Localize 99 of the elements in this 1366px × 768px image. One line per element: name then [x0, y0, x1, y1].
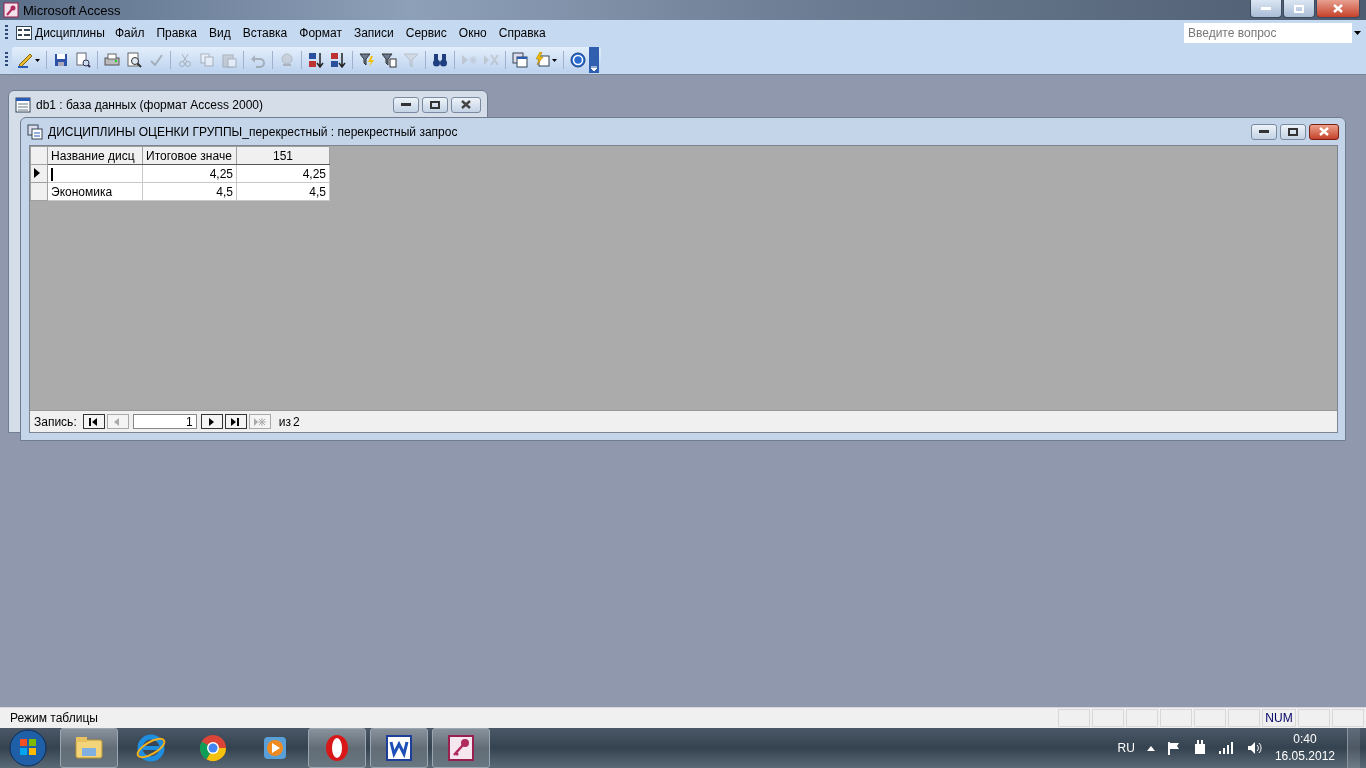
record-label: Запись:	[34, 414, 77, 429]
column-header[interactable]: Итоговое значе	[142, 146, 237, 165]
speaker-icon[interactable]	[1246, 741, 1263, 755]
chrome-icon	[197, 732, 229, 764]
num-lock-indicator: NUM	[1262, 709, 1296, 727]
menu-item[interactable]: Справка	[492, 24, 552, 42]
check-mark-icon	[148, 52, 164, 68]
app-title: Microsoft Access	[23, 2, 122, 18]
close-icon	[1333, 4, 1343, 13]
text-cursor	[51, 167, 53, 181]
table-cell[interactable]: Экономика	[47, 182, 143, 201]
copy-icon	[199, 52, 215, 68]
window-title: ДИСЦИПЛИНЫ ОЦЕНКИ ГРУППЫ_перекрестный : перекрестный запрос	[48, 124, 459, 139]
taskbar-app-button[interactable]	[308, 728, 366, 768]
new-record-icon	[253, 415, 267, 428]
funnel-form-icon	[381, 52, 397, 68]
funnel-icon	[403, 52, 419, 68]
minimize-icon	[1259, 129, 1269, 134]
flag-icon[interactable]	[1166, 741, 1181, 755]
close-icon	[461, 100, 471, 109]
caret-icon	[1353, 31, 1361, 35]
restore-icon	[1294, 4, 1304, 13]
clock-date: 16.05.2012	[1274, 748, 1335, 765]
delete-record-icon	[483, 52, 499, 68]
restore-button[interactable]	[1280, 123, 1306, 140]
table-cell[interactable]: 4,5	[236, 182, 330, 201]
query-icon	[27, 123, 43, 140]
minimize-icon	[1261, 6, 1271, 11]
windows-icon	[512, 52, 528, 68]
restore-icon	[430, 100, 440, 109]
caret-icon	[552, 58, 557, 62]
minimize-button[interactable]	[1250, 0, 1282, 18]
window-title: db1 : база данных (формат Access 2000)	[36, 97, 264, 112]
signal-icon[interactable]	[1218, 742, 1235, 754]
clock[interactable]: 0:40 16.05.2012	[1274, 731, 1335, 765]
pencil-ruler-icon	[17, 52, 33, 68]
help-button[interactable]	[567, 49, 589, 71]
menu-item[interactable]: Формат	[293, 24, 348, 42]
lightning-form-icon	[534, 52, 550, 68]
menu-bar-label: Дисциплины	[35, 26, 105, 40]
column-header[interactable]: 151	[236, 146, 330, 165]
minimize-button[interactable]	[1251, 123, 1277, 140]
close-button[interactable]	[1316, 0, 1360, 18]
restore-button[interactable]	[1283, 0, 1315, 18]
menu-item[interactable]: Записи	[347, 24, 400, 42]
letter-w-document-icon	[383, 732, 415, 764]
letter-e-globe-icon	[135, 732, 167, 764]
menu-bar-title[interactable]: Дисциплины	[12, 24, 109, 42]
menu-item[interactable]: Вид	[202, 24, 237, 42]
taskbar-app-button[interactable]	[370, 728, 428, 768]
help-search-field[interactable]: Введите вопрос	[1184, 23, 1352, 43]
close-icon	[1319, 127, 1329, 136]
printer-icon	[104, 52, 120, 68]
caret-icon[interactable]	[1146, 745, 1155, 751]
next-record-button[interactable]	[200, 414, 223, 429]
page-magnifier-icon	[126, 52, 142, 68]
start-button[interactable]	[8, 728, 48, 768]
menu-item[interactable]: Правка	[150, 24, 203, 42]
table-cell[interactable]	[47, 164, 143, 183]
last-record-button[interactable]	[224, 414, 247, 429]
sort-ascending-icon	[308, 52, 324, 68]
help-icon	[570, 52, 586, 68]
record-of-label: из	[278, 414, 291, 429]
caret-icon	[35, 58, 40, 62]
database-icon	[15, 96, 31, 113]
sort-descending-icon	[330, 52, 346, 68]
first-record-button[interactable]	[82, 414, 105, 429]
menu-item[interactable]: Файл	[108, 24, 151, 42]
globe-link-icon	[279, 52, 295, 68]
document-magnifier-icon	[75, 52, 91, 68]
form-icon	[16, 26, 32, 40]
new-record-icon	[461, 52, 477, 68]
menu-item[interactable]: Вставка	[236, 24, 294, 42]
language-indicator[interactable]: RU	[1117, 741, 1135, 755]
caret-icon	[591, 66, 597, 71]
key-icon	[3, 2, 19, 18]
record-total: 2	[292, 414, 300, 429]
status-text: Режим таблицы	[9, 711, 99, 725]
close-button[interactable]	[1309, 123, 1339, 140]
menu-item[interactable]: Сервис	[399, 24, 453, 42]
windows-button[interactable]	[509, 49, 531, 71]
current-row-icon	[33, 167, 41, 178]
binoculars-icon	[432, 52, 448, 68]
menu-item[interactable]: Окно	[452, 24, 493, 42]
restore-icon	[1288, 127, 1298, 136]
table-cell[interactable]: 4,25	[236, 164, 330, 183]
toolbar-options-button[interactable]	[589, 47, 599, 73]
minimize-icon	[401, 102, 411, 107]
record-number-field[interactable]: 1	[132, 414, 197, 429]
scissors-icon	[177, 52, 193, 68]
taskbar-app-button[interactable]	[432, 728, 490, 768]
funnel-lightning-icon	[359, 52, 375, 68]
clock-time: 0:40	[1293, 731, 1317, 748]
column-header[interactable]: Название дисц	[47, 146, 143, 165]
table-cell[interactable]: 4,5	[142, 182, 237, 201]
key-icon	[445, 732, 477, 764]
clipboard-icon	[221, 52, 237, 68]
plug-icon[interactable]	[1192, 740, 1207, 756]
table-cell[interactable]: 4,25	[142, 164, 237, 183]
